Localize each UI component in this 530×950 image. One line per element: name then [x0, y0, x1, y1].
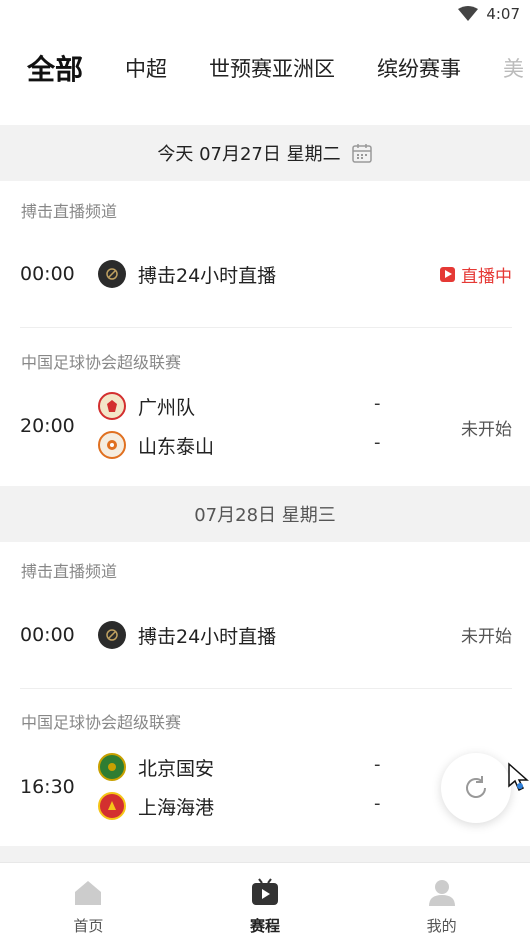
day-header-today: 今天 07月27日 星期二 [0, 125, 530, 181]
match-time: 20:00 [20, 415, 75, 437]
match-time: 00:00 [20, 624, 75, 646]
shanghai-team-logo [98, 792, 126, 820]
channel-name: 搏击24小时直播 [138, 625, 277, 648]
home-icon [75, 881, 102, 905]
channel-name: 搏击24小时直播 [138, 264, 277, 287]
nav-profile-label: 我的 [426, 917, 457, 935]
tab-more[interactable]: 美 [503, 53, 524, 83]
divider [20, 327, 512, 328]
home-score: - [374, 754, 381, 775]
boxing-channel-logo [98, 260, 126, 288]
boxing-channel-logo [98, 621, 126, 649]
away-score: - [374, 432, 381, 453]
refresh-button[interactable] [441, 753, 511, 823]
league-label: 中国足球协会超级联赛 [21, 353, 182, 372]
match-status: 未开始 [461, 627, 512, 647]
home-team-name: 北京国安 [138, 757, 215, 780]
league-label: 搏击直播频道 [21, 562, 118, 581]
tab-csl[interactable]: 中超 [125, 53, 167, 83]
schedule-icon [252, 878, 278, 905]
category-tabs: 全部 中超 世预赛亚洲区 缤纷赛事 美 [0, 40, 530, 96]
calendar-icon[interactable] [351, 142, 373, 164]
day-header-text: 今天 07月27日 星期二 [157, 144, 341, 165]
nav-schedule[interactable]: 赛程 [177, 863, 354, 950]
live-badge: 直播中 [440, 262, 512, 287]
match-time: 16:30 [20, 776, 75, 798]
day-header-text: 07月28日 星期三 [194, 505, 336, 526]
status-time: 4:07 [486, 5, 520, 23]
bottom-nav: 首页 赛程 我的 [0, 862, 530, 950]
home-score: - [374, 393, 381, 414]
mouse-cursor-icon [508, 762, 529, 792]
user-icon [428, 880, 455, 906]
tab-wcq-asia[interactable]: 世预赛亚洲区 [209, 53, 335, 83]
beijing-team-logo [98, 753, 126, 781]
nav-home-label: 首页 [73, 917, 104, 935]
league-label: 搏击直播频道 [21, 202, 118, 221]
away-team-name: 山东泰山 [138, 435, 215, 458]
day-header-tomorrow: 07月28日 星期三 [0, 486, 530, 542]
match-time: 00:00 [20, 263, 75, 285]
play-icon [440, 267, 455, 282]
live-status-text: 直播中 [461, 267, 512, 287]
list-bottom-strip [0, 846, 530, 862]
wifi-icon [458, 6, 479, 21]
divider [20, 688, 512, 689]
tab-all[interactable]: 全部 [27, 48, 83, 88]
match-status: 未开始 [461, 420, 512, 440]
guangzhou-team-logo [98, 392, 126, 420]
league-label: 中国足球协会超级联赛 [21, 713, 182, 732]
away-score: - [374, 793, 381, 814]
nav-schedule-label: 赛程 [250, 917, 281, 935]
status-bar: 4:07 [0, 0, 530, 28]
nav-home[interactable]: 首页 [0, 863, 177, 950]
shandong-team-logo [98, 431, 126, 459]
away-team-name: 上海海港 [138, 796, 215, 819]
home-team-name: 广州队 [138, 396, 196, 419]
nav-profile[interactable]: 我的 [353, 863, 530, 950]
refresh-icon [466, 776, 486, 798]
tab-colorful-events[interactable]: 缤纷赛事 [377, 53, 461, 83]
